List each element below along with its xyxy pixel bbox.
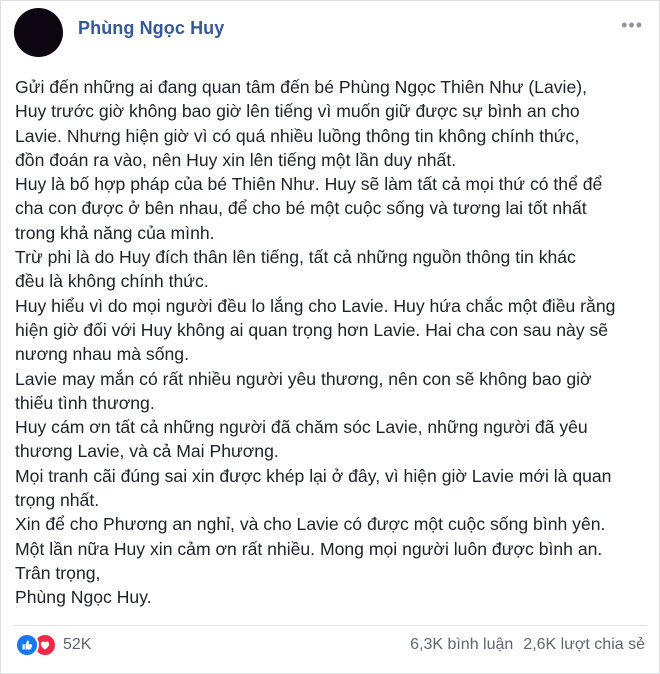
- post-line: Gửi đến những ai đang quan tâm đến bé Ph…: [15, 77, 587, 97]
- footer-divider: [13, 625, 647, 626]
- post-line: thiếu tình thương.: [15, 392, 155, 413]
- author-avatar[interactable]: [14, 8, 63, 57]
- more-options-icon[interactable]: •••: [621, 15, 643, 36]
- post-line: Huy là bố hợp pháp của bé Thiên Như. Huy…: [15, 174, 603, 195]
- post-line: Huy trước giờ không bao giờ lên tiếng vì…: [15, 101, 580, 122]
- post-line: Một lần nữa Huy xin cảm ơn rất nhiều. Mo…: [15, 538, 603, 559]
- post-line: Trừ phi là do Huy đích thân lên tiếng, t…: [15, 247, 576, 268]
- post-line: Huy cám ơn tất cả những người đã chăm só…: [15, 417, 588, 438]
- comments-count-link[interactable]: 6,3K bình luận: [410, 636, 513, 654]
- post-footer: 52K 6,3K bình luận 2,6K lượt chia sẻ: [15, 632, 645, 658]
- post-body: Gửi đến những ai đang quan tâm đến bé Ph…: [15, 75, 651, 610]
- post-line: Xin để cho Phương an nghỉ, và cho Lavie …: [15, 514, 606, 535]
- post-line: Lavie. Nhưng hiện giờ vì có quá nhiều lu…: [15, 125, 580, 146]
- author-name[interactable]: Phùng Ngọc Huy: [78, 18, 224, 39]
- reactions-summary[interactable]: 52K: [15, 633, 91, 657]
- post-line: đồn đoán ra vào, nên Huy xin lên tiếng m…: [15, 149, 457, 170]
- post-line: đều là không chính thức.: [15, 271, 209, 292]
- post-line: Trân trọng,: [15, 562, 101, 583]
- shares-count-link[interactable]: 2,6K lượt chia sẻ: [523, 636, 645, 654]
- post-line: Phùng Ngọc Huy.: [15, 587, 152, 608]
- reaction-count: 52K: [63, 636, 92, 653]
- post-line: cha con được ở bên nhau, để cho bé một c…: [15, 198, 587, 219]
- engagement-stats: 6,3K bình luận 2,6K lượt chia sẻ: [410, 636, 645, 654]
- facebook-post-card: Phùng Ngọc Huy ••• Gửi đến những ai đang…: [0, 0, 660, 674]
- post-line: Mọi tranh cãi đúng sai xin được khép lại…: [15, 465, 612, 486]
- post-line: Huy hiểu vì do mọi người đều lo lắng cho…: [15, 295, 616, 316]
- like-icon: [15, 633, 39, 657]
- post-line: hiện giờ đối với Huy không ai quan trọng…: [15, 319, 609, 340]
- post-line: trong khả năng của mình.: [15, 222, 215, 243]
- post-line: Lavie may mắn có rất nhiều người yêu thư…: [15, 368, 592, 389]
- post-line: nương nhau mà sống.: [15, 344, 189, 365]
- post-line: trọng nhất.: [15, 490, 100, 511]
- post-line: thương Lavie, và cả Mai Phương.: [15, 441, 279, 462]
